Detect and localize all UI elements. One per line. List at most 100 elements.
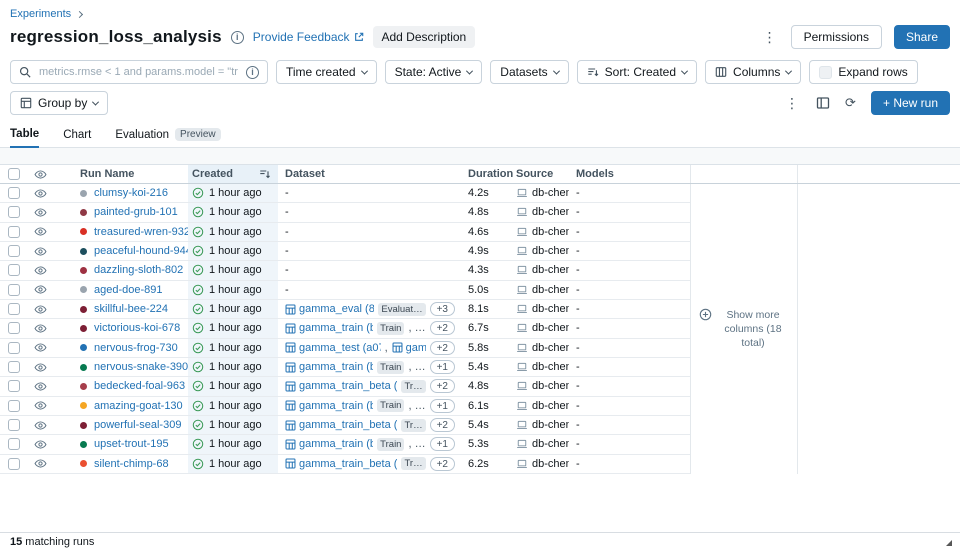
sort-descending-icon[interactable]	[259, 168, 271, 180]
row-checkbox[interactable]	[8, 361, 20, 373]
run-name-link[interactable]: victorious-koi-678	[94, 322, 180, 334]
table-row[interactable]: bedecked-foal-9631 hour agogamma_train_b…	[0, 377, 690, 396]
dataset-more-pill[interactable]: +2	[430, 418, 455, 432]
source-cell[interactable]: db-chen…	[509, 281, 569, 299]
dataset-more-pill[interactable]: +2	[430, 341, 455, 355]
source-cell[interactable]: db-chen…	[509, 435, 569, 453]
row-checkbox[interactable]	[8, 206, 20, 218]
table-row[interactable]: skillful-bee-2241 hour agogamma_eval (80…	[0, 300, 690, 319]
dataset-more-pill[interactable]: +2	[430, 321, 455, 335]
header-dataset[interactable]: Dataset	[278, 165, 461, 183]
run-name-link[interactable]: powerful-seal-309	[94, 419, 181, 431]
dataset-more-pill[interactable]: +1	[430, 437, 455, 451]
run-name-link[interactable]: skillful-bee-224	[94, 303, 168, 315]
source-cell[interactable]: db-chen…	[509, 300, 569, 318]
header-duration[interactable]: Duration	[461, 165, 509, 183]
source-cell[interactable]: db-chen…	[509, 261, 569, 279]
table-row[interactable]: victorious-koi-6781 hour agogamma_train …	[0, 319, 690, 338]
run-name-link[interactable]: bedecked-foal-963	[94, 380, 185, 392]
run-name-link[interactable]: peaceful-hound-944	[94, 245, 188, 257]
dataset-link[interactable]: gam…	[392, 342, 426, 354]
filter-datasets[interactable]: Datasets	[490, 60, 568, 84]
run-name-link[interactable]: treasured-wren-932	[94, 226, 188, 238]
row-visibility-toggle[interactable]	[28, 319, 62, 337]
dataset-more-pill[interactable]: +1	[430, 360, 455, 374]
tab-table[interactable]: Table	[10, 126, 39, 148]
table-overflow-menu-icon[interactable]: ⋮	[783, 96, 801, 110]
dataset-more-pill[interactable]: +1	[430, 399, 455, 413]
dataset-link[interactable]: gamma_train_beta (d5ef20ed)	[285, 380, 397, 392]
expand-rows-toggle[interactable]: Expand rows	[809, 60, 917, 84]
row-checkbox[interactable]	[8, 187, 20, 199]
share-button[interactable]: Share	[894, 25, 950, 49]
table-row[interactable]: aged-doe-8911 hour ago-5.0sdb-chen…-	[0, 281, 690, 300]
row-visibility-toggle[interactable]	[28, 416, 62, 434]
run-name-link[interactable]: nervous-snake-390	[94, 361, 188, 373]
filter-state[interactable]: State: Active	[385, 60, 483, 84]
overflow-menu-icon[interactable]: ⋮	[761, 30, 779, 44]
run-name-link[interactable]: painted-grub-101	[94, 206, 178, 218]
table-row[interactable]: clumsy-koi-2161 hour ago-4.2sdb-chen…-	[0, 184, 690, 203]
row-visibility-toggle[interactable]	[28, 455, 62, 473]
row-checkbox[interactable]	[8, 419, 20, 431]
dataset-link[interactable]: gamma_train_beta (d5ef20ed)	[285, 419, 397, 431]
row-visibility-toggle[interactable]	[28, 184, 62, 202]
source-cell[interactable]: db-chen…	[509, 358, 569, 376]
row-visibility-toggle[interactable]	[28, 435, 62, 453]
filter-time-created[interactable]: Time created	[276, 60, 377, 84]
table-row[interactable]: treasured-wren-9321 hour ago-4.6sdb-chen…	[0, 223, 690, 242]
row-checkbox[interactable]	[8, 322, 20, 334]
row-visibility-toggle[interactable]	[28, 203, 62, 221]
columns-dropdown[interactable]: Columns	[705, 60, 801, 84]
row-visibility-toggle[interactable]	[28, 223, 62, 241]
tab-evaluation[interactable]: Evaluation Preview	[115, 126, 220, 147]
dataset-more-pill[interactable]: +2	[430, 457, 455, 471]
select-all-checkbox[interactable]	[8, 168, 20, 180]
source-cell[interactable]: db-chen…	[509, 339, 569, 357]
table-row[interactable]: nervous-snake-3901 hour agogamma_train (…	[0, 358, 690, 377]
search-info-icon[interactable]: i	[246, 66, 259, 79]
table-row[interactable]: dazzling-sloth-8021 hour ago-4.3sdb-chen…	[0, 261, 690, 280]
dataset-link[interactable]: gamma_train (b06b137d)	[285, 400, 373, 412]
run-name-link[interactable]: dazzling-sloth-802	[94, 264, 183, 276]
row-checkbox[interactable]	[8, 226, 20, 238]
run-name-link[interactable]: upset-trout-195	[94, 438, 169, 450]
breadcrumb-experiments-link[interactable]: Experiments	[10, 8, 71, 20]
header-created[interactable]: Created	[188, 165, 278, 183]
row-visibility-toggle[interactable]	[28, 339, 62, 357]
dataset-more-pill[interactable]: +2	[430, 379, 455, 393]
row-visibility-toggle[interactable]	[28, 397, 62, 415]
source-cell[interactable]: db-chen…	[509, 223, 569, 241]
dataset-link[interactable]: gamma_train (b06b137d)	[285, 438, 373, 450]
dataset-more-pill[interactable]: +3	[430, 302, 455, 316]
table-row[interactable]: painted-grub-1011 hour ago-4.8sdb-chen…-	[0, 203, 690, 222]
source-cell[interactable]: db-chen…	[509, 184, 569, 202]
source-cell[interactable]: db-chen…	[509, 242, 569, 260]
header-run-name[interactable]: Run Name	[62, 165, 188, 183]
table-row[interactable]: upset-trout-1951 hour agogamma_train (b0…	[0, 435, 690, 454]
run-name-link[interactable]: aged-doe-891	[94, 284, 163, 296]
group-by-dropdown[interactable]: Group by	[10, 91, 108, 115]
provide-feedback-link[interactable]: Provide Feedback	[253, 30, 364, 44]
row-visibility-toggle[interactable]	[28, 377, 62, 395]
row-checkbox[interactable]	[8, 284, 20, 296]
source-cell[interactable]: db-chen…	[509, 203, 569, 221]
run-name-link[interactable]: silent-chimp-68	[94, 458, 169, 470]
row-visibility-toggle[interactable]	[28, 281, 62, 299]
table-row[interactable]: amazing-goat-1301 hour agogamma_train (b…	[0, 397, 690, 416]
row-checkbox[interactable]	[8, 458, 20, 470]
sort-dropdown[interactable]: Sort: Created	[577, 60, 697, 84]
table-row[interactable]: peaceful-hound-9441 hour ago-4.9sdb-chen…	[0, 242, 690, 261]
row-checkbox[interactable]	[8, 400, 20, 412]
dataset-link[interactable]: gamma_eval (80038a42)	[285, 303, 374, 315]
source-cell[interactable]: db-chen…	[509, 397, 569, 415]
run-name-link[interactable]: nervous-frog-730	[94, 342, 178, 354]
row-checkbox[interactable]	[8, 380, 20, 392]
tab-chart[interactable]: Chart	[63, 127, 91, 147]
run-name-link[interactable]: clumsy-koi-216	[94, 187, 168, 199]
show-more-columns-button[interactable]: Show more columns (18 total)	[690, 184, 798, 474]
table-row[interactable]: nervous-frog-7301 hour agogamma_test (a0…	[0, 339, 690, 358]
table-row[interactable]: powerful-seal-3091 hour agogamma_train_b…	[0, 416, 690, 435]
row-checkbox[interactable]	[8, 303, 20, 315]
info-icon[interactable]: i	[231, 31, 244, 44]
